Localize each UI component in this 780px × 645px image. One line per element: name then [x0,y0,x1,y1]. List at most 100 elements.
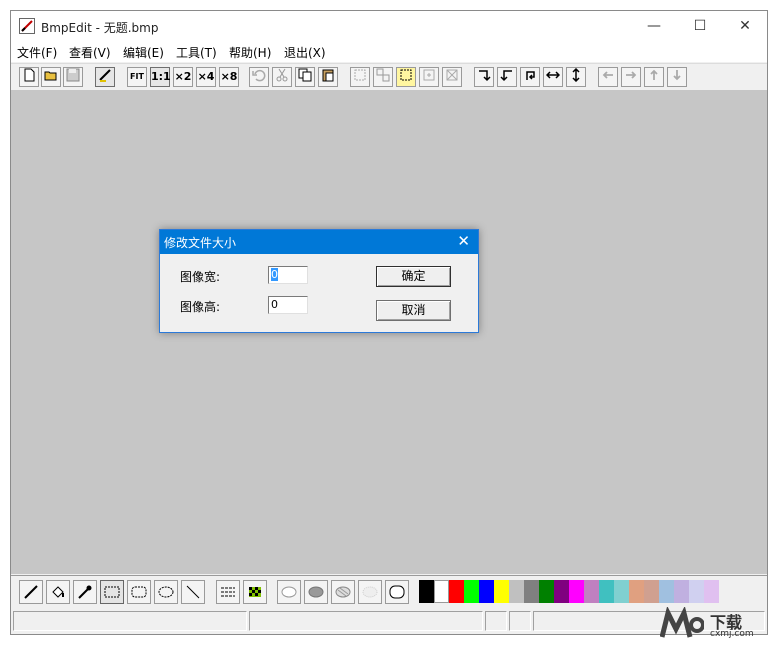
line-tool-button[interactable] [181,580,205,604]
rounded-rect-tool-button[interactable] [127,580,151,604]
rotate-right-icon [479,70,491,82]
open-folder-icon [44,71,57,81]
line-icon [186,585,200,599]
maximize-button[interactable]: ☐ [677,11,723,42]
undo-icon [252,69,266,82]
rectangle-select-tool-button[interactable] [100,580,124,604]
copy-button[interactable] [295,67,315,87]
zoom-2-button[interactable]: ×2 [173,67,193,87]
dotted-ellipse-button[interactable] [358,580,382,604]
color-swatch[interactable] [479,580,494,603]
height-input[interactable]: 0 [268,296,308,314]
zoom-1-button[interactable]: 1:1 [150,67,171,87]
dialog-title-bar[interactable]: 修改文件大小 ✕ [160,230,478,254]
fill-tool-button[interactable] [46,580,70,604]
color-swatch[interactable] [674,580,689,603]
watermark-mark-icon [660,607,704,638]
color-swatch[interactable] [599,580,614,603]
line-style-icon [221,587,235,597]
save-button[interactable] [63,67,83,87]
move-down-button[interactable] [667,67,687,87]
toolbar: FIT 1:1 ×2 ×4 ×8 [11,63,767,90]
pencil-tool-button[interactable] [19,580,43,604]
new-file-button[interactable] [19,67,39,87]
flip-vertical-button[interactable] [566,67,586,87]
color-swatch[interactable] [644,580,659,603]
menu-edit[interactable]: 编辑(E) [121,44,166,61]
menu-view[interactable]: 查看(V) [67,44,113,61]
move-up-button[interactable] [644,67,664,87]
paste-button[interactable] [318,67,338,87]
resize-image-dialog: 修改文件大小 ✕ 图像宽: 0 图像高: 0 确定 取消 [159,229,479,333]
select-all-button[interactable] [350,67,370,87]
selection-mode-button[interactable] [396,67,416,87]
rounded-shape-button[interactable] [385,580,409,604]
window-title: BmpEdit - 无题.bmp [41,21,159,35]
color-swatch[interactable] [539,580,554,603]
status-cell-4 [509,611,531,631]
clear-button[interactable] [442,67,462,87]
color-swatch[interactable] [509,580,524,603]
hatched-ellipse-button[interactable] [331,580,355,604]
arrow-down-icon [673,70,681,81]
color-swatch[interactable] [614,580,629,603]
color-swatch[interactable] [434,580,449,603]
rotate-180-button[interactable] [520,67,540,87]
minimize-button[interactable]: — [631,11,677,42]
color-swatch[interactable] [629,580,644,603]
color-swatch[interactable] [464,580,479,603]
menu-file[interactable]: 文件(F) [15,44,59,61]
width-value: 0 [271,268,278,281]
height-value: 0 [271,298,278,311]
menu-help[interactable]: 帮助(H) [227,44,273,61]
checker-pattern-icon [249,587,261,597]
color-swatch[interactable] [659,580,674,603]
color-swatch[interactable] [554,580,569,603]
pencil-icon [99,69,111,82]
watermark-logo: 下载 cxmj.com [660,605,778,643]
cut-button[interactable] [272,67,292,87]
rounded-rect-icon [131,586,147,598]
pen-color-button[interactable] [95,67,115,87]
resize-button[interactable] [419,67,439,87]
eyedropper-tool-button[interactable] [73,580,97,604]
color-swatch[interactable] [524,580,539,603]
color-swatch[interactable] [689,580,704,603]
ellipse-tool-button[interactable] [154,580,178,604]
watermark-subtext: cxmj.com [710,629,754,639]
ok-button[interactable]: 确定 [376,266,451,287]
color-swatch[interactable] [494,580,509,603]
pencil-icon [24,585,38,599]
title-bar[interactable]: BmpEdit - 无题.bmp — ☐ ✕ [11,11,767,42]
menu-exit[interactable]: 退出(X) [282,44,328,61]
dialog-close-button[interactable]: ✕ [457,232,470,250]
rotate-right-button[interactable] [474,67,494,87]
pattern-fill-button[interactable] [243,580,267,604]
zoom-8-button[interactable]: ×8 [219,67,239,87]
status-cell-3 [485,611,507,631]
paste-icon [322,69,334,82]
crop-button[interactable] [373,67,393,87]
undo-button[interactable] [249,67,269,87]
close-button[interactable]: ✕ [722,11,768,42]
width-input[interactable]: 0 [268,266,308,284]
zoom-fit-button[interactable]: FIT [127,67,147,87]
cancel-button[interactable]: 取消 [376,300,451,321]
filled-ellipse-button[interactable] [304,580,328,604]
outline-ellipse-button[interactable] [277,580,301,604]
menu-tools[interactable]: 工具(T) [174,44,219,61]
line-style-button[interactable] [216,580,240,604]
color-swatch[interactable] [419,580,434,603]
rotate-180-icon [526,71,535,80]
open-file-button[interactable] [41,67,61,87]
rotate-left-button[interactable] [497,67,517,87]
move-left-button[interactable] [598,67,618,87]
color-swatch[interactable] [569,580,584,603]
color-swatch[interactable] [704,580,719,603]
color-swatch[interactable] [449,580,464,603]
color-swatch[interactable] [584,580,599,603]
move-right-button[interactable] [621,67,641,87]
flip-horizontal-button[interactable] [543,67,563,87]
zoom-4-button[interactable]: ×4 [196,67,216,87]
eyedropper-icon [78,585,92,599]
